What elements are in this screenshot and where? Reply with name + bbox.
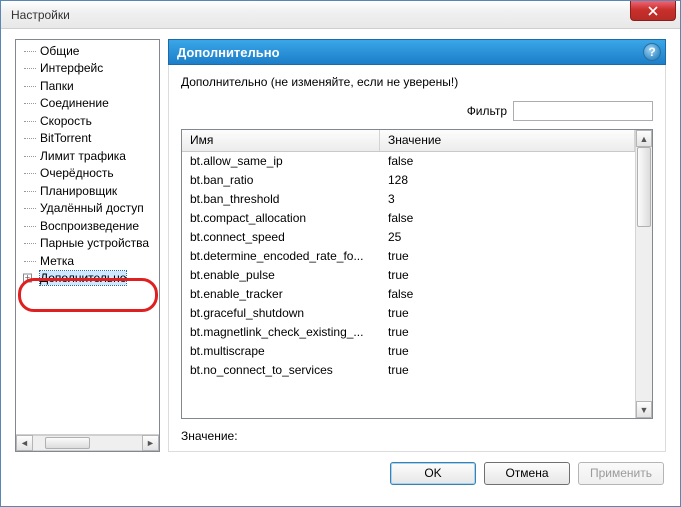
tree-item-label: Лимит трафика [40, 149, 126, 163]
window-title: Настройки [11, 8, 70, 22]
col-header-value[interactable]: Значение [380, 130, 635, 151]
cell-value: true [380, 266, 635, 285]
cancel-button[interactable]: Отмена [484, 462, 570, 485]
table-row[interactable]: bt.magnetlink_check_existing_...true [182, 323, 635, 342]
tree-item[interactable]: Планировщик [24, 182, 159, 200]
apply-button[interactable]: Применить [578, 462, 664, 485]
tree-item-label: BitTorrent [40, 131, 91, 145]
help-icon: ? [648, 45, 655, 59]
table-row[interactable]: bt.determine_encoded_rate_fo...true [182, 247, 635, 266]
table-row[interactable]: bt.graceful_shutdowntrue [182, 304, 635, 323]
table-row[interactable]: bt.no_connect_to_servicestrue [182, 361, 635, 380]
tree-item-label: Планировщик [40, 184, 117, 198]
tree-item[interactable]: Метка [24, 252, 159, 270]
tree-item-label: Соединение [40, 96, 109, 110]
titlebar: Настройки [1, 1, 680, 29]
tree-item-label: Общие [40, 44, 79, 58]
panel-title: Дополнительно [177, 45, 280, 60]
cell-name: bt.allow_same_ip [182, 152, 380, 171]
dialog-footer: OK Отмена Применить [15, 452, 666, 494]
tree-item-label: Папки [40, 79, 74, 93]
cell-value: 128 [380, 171, 635, 190]
cell-name: bt.enable_pulse [182, 266, 380, 285]
panel-header: Дополнительно ? [168, 39, 666, 65]
grid-vertical-scrollbar[interactable]: ▲ ▼ [635, 130, 652, 418]
tree-item[interactable]: + Дополнительно [24, 270, 159, 288]
tree-item[interactable]: Соединение [24, 95, 159, 113]
tree-item-label: Воспроизведение [40, 219, 139, 233]
cell-value: true [380, 247, 635, 266]
tree-item-label: Скорость [40, 114, 92, 128]
tree-item[interactable]: Удалённый доступ [24, 200, 159, 218]
cell-value: true [380, 323, 635, 342]
tree-item-label: Удалённый доступ [40, 201, 144, 215]
tree-item-label: Парные устройства [40, 236, 149, 250]
table-row[interactable]: bt.multiscrapetrue [182, 342, 635, 361]
ok-button[interactable]: OK [390, 462, 476, 485]
filter-input[interactable] [513, 101, 653, 121]
cell-value: 3 [380, 190, 635, 209]
help-button[interactable]: ? [643, 43, 661, 61]
value-label: Значение: [181, 429, 238, 443]
scroll-right-button[interactable]: ► [142, 435, 159, 451]
scroll-track[interactable] [33, 435, 142, 451]
table-row[interactable]: bt.enable_pulsetrue [182, 266, 635, 285]
cell-name: bt.enable_tracker [182, 285, 380, 304]
filter-label: Фильтр [467, 104, 507, 118]
cell-value: 25 [380, 228, 635, 247]
tree-item[interactable]: Папки [24, 77, 159, 95]
tree-item-label: Очерёдность [40, 166, 114, 180]
cell-name: bt.ban_threshold [182, 190, 380, 209]
tree-item[interactable]: BitTorrent [24, 130, 159, 148]
cell-value: true [380, 342, 635, 361]
tree-item[interactable]: Очерёдность [24, 165, 159, 183]
col-header-name[interactable]: Имя [182, 130, 380, 151]
table-row[interactable]: bt.ban_ratio128 [182, 171, 635, 190]
tree-item-label: Дополнительно [40, 271, 126, 285]
cell-name: bt.compact_allocation [182, 209, 380, 228]
tree-item[interactable]: Лимит трафика [24, 147, 159, 165]
scroll-thumb[interactable] [45, 437, 90, 449]
close-icon [648, 6, 658, 16]
cell-name: bt.determine_encoded_rate_fo... [182, 247, 380, 266]
tree-item[interactable]: Общие [24, 42, 159, 60]
expand-icon[interactable]: + [23, 274, 32, 283]
settings-tree: Общие Интерфейс Папки Соединение Скорость Bit… [15, 39, 160, 452]
table-row[interactable]: bt.allow_same_ipfalse [182, 152, 635, 171]
scroll-down-button[interactable]: ▼ [636, 401, 652, 418]
table-row[interactable]: bt.ban_threshold3 [182, 190, 635, 209]
settings-panel: Дополнительно ? Дополнительно (не изменя… [168, 39, 666, 452]
cell-name: bt.magnetlink_check_existing_... [182, 323, 380, 342]
tree-item[interactable]: Интерфейс [24, 60, 159, 78]
tree-horizontal-scrollbar[interactable]: ◄ ► [16, 434, 159, 451]
advanced-grid: Имя Значение bt.allow_same_ipfalsebt.ban… [181, 129, 653, 419]
scroll-track[interactable] [636, 147, 652, 401]
table-row[interactable]: bt.enable_trackerfalse [182, 285, 635, 304]
cell-value: true [380, 361, 635, 380]
table-row[interactable]: bt.connect_speed25 [182, 228, 635, 247]
tree-item[interactable]: Скорость [24, 112, 159, 130]
cell-name: bt.ban_ratio [182, 171, 380, 190]
cell-name: bt.no_connect_to_services [182, 361, 380, 380]
cell-value: true [380, 304, 635, 323]
tree-item[interactable]: Воспроизведение [24, 217, 159, 235]
table-row[interactable]: bt.compact_allocationfalse [182, 209, 635, 228]
cell-name: bt.connect_speed [182, 228, 380, 247]
cell-value: false [380, 152, 635, 171]
scroll-thumb[interactable] [637, 147, 651, 227]
tree-item[interactable]: Парные устройства [24, 235, 159, 253]
cell-name: bt.graceful_shutdown [182, 304, 380, 323]
cell-name: bt.multiscrape [182, 342, 380, 361]
scroll-left-button[interactable]: ◄ [16, 435, 33, 451]
cell-value: false [380, 285, 635, 304]
tree-item-label: Метка [40, 254, 74, 268]
grid-header: Имя Значение [182, 130, 635, 152]
close-button[interactable] [630, 1, 676, 21]
cell-value: false [380, 209, 635, 228]
warning-text: Дополнительно (не изменяйте, если не уве… [181, 75, 653, 89]
tree-item-label: Интерфейс [40, 61, 103, 75]
scroll-up-button[interactable]: ▲ [636, 130, 652, 147]
